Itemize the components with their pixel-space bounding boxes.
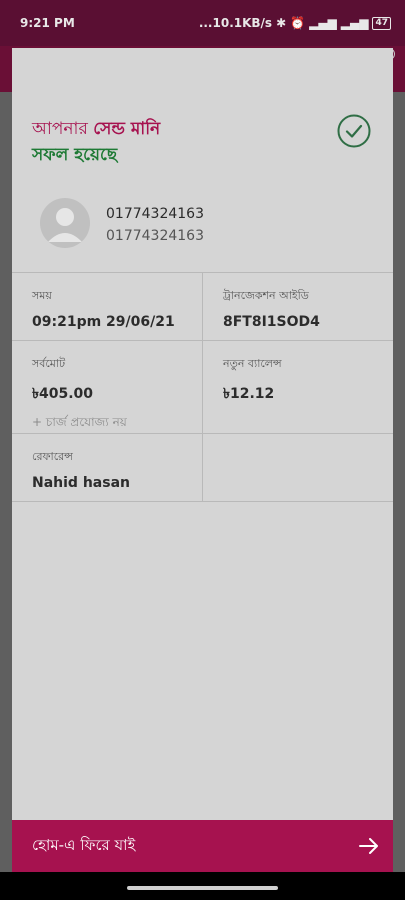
- total-value: ৳405.00: [32, 386, 93, 402]
- battery-icon: 47: [372, 16, 391, 30]
- empty-cell: [202, 434, 393, 501]
- back-to-home-button[interactable]: হোম-এ ফিরে যাই: [12, 820, 393, 872]
- status-icons: ...10.1KB/s ✱ ⏰ ▂▄▆ ▂▄▆ 47: [199, 16, 391, 30]
- title-part-3: সফল হয়েছে: [32, 145, 118, 165]
- new-balance-label: নতুন ব্যালেন্স: [223, 357, 282, 370]
- trx-label: ট্রানজেকশন আইডি: [223, 289, 309, 302]
- details-row: রেফারেন্স Nahid hasan: [12, 434, 393, 502]
- recipient-name: 01774324163: [106, 206, 204, 222]
- system-nav-bar: [0, 872, 405, 900]
- arrow-right-icon: [359, 838, 378, 854]
- details-row: সময় 09:21pm 29/06/21 ট্রানজেকশন আইডি 8F…: [12, 273, 393, 341]
- bluetooth-icon: ✱: [276, 16, 287, 30]
- status-bar: 9:21 PM ...10.1KB/s ✱ ⏰ ▂▄▆ ▂▄▆ 47: [0, 0, 405, 46]
- total-label: সর্বমোট: [32, 357, 66, 370]
- charge-note: + চার্জ প্রযোজ্য নয়: [32, 415, 127, 429]
- trx-value: 8FT8I1SOD4: [223, 314, 320, 330]
- signal-4g-icon: ▂▄▆: [340, 16, 369, 30]
- net-speed: ...10.1KB/s: [198, 16, 273, 30]
- title-part-2: সেন্ড মানি: [93, 119, 161, 139]
- user-icon: [48, 208, 82, 242]
- new-balance-cell: নতুন ব্যালেন্স ৳12.12: [202, 341, 393, 433]
- details-grid: সময় 09:21pm 29/06/21 ট্রানজেকশন আইডি 8F…: [12, 272, 393, 502]
- check-circle-icon: [337, 114, 371, 148]
- details-row: সর্বমোট ৳405.00 + চার্জ প্রযোজ্য নয় নতু…: [12, 341, 393, 434]
- alarm-icon: ⏰: [290, 16, 306, 30]
- reference-value: Nahid hasan: [32, 475, 130, 491]
- reference-cell: রেফারেন্স Nahid hasan: [12, 434, 202, 501]
- total-cell: সর্বমোট ৳405.00 + চার্জ প্রযোজ্য নয়: [12, 341, 202, 433]
- time-value: 09:21pm 29/06/21: [32, 314, 175, 330]
- avatar: [40, 198, 90, 248]
- signal-icon: ▂▄▆: [309, 16, 337, 30]
- home-gesture-handle[interactable]: [127, 886, 278, 890]
- trx-cell: ট্রানজেকশন আইডি 8FT8I1SOD4: [202, 273, 393, 340]
- success-title: আপনার সেন্ড মানি সফল হয়েছে: [32, 116, 160, 168]
- time-label: সময়: [32, 289, 52, 302]
- recipient-number: 01774324163: [106, 228, 204, 244]
- title-part-1: আপনার: [32, 119, 94, 139]
- new-balance-value: ৳12.12: [223, 386, 275, 402]
- reference-label: রেফারেন্স: [32, 450, 73, 463]
- back-to-home-label: হোম-এ ফিরে যাই: [32, 835, 136, 854]
- success-dialog: আপনার সেন্ড মানি সফল হয়েছে 01774324163 …: [12, 48, 393, 872]
- status-time: 9:21 PM: [20, 16, 75, 30]
- time-cell: সময় 09:21pm 29/06/21: [12, 273, 202, 340]
